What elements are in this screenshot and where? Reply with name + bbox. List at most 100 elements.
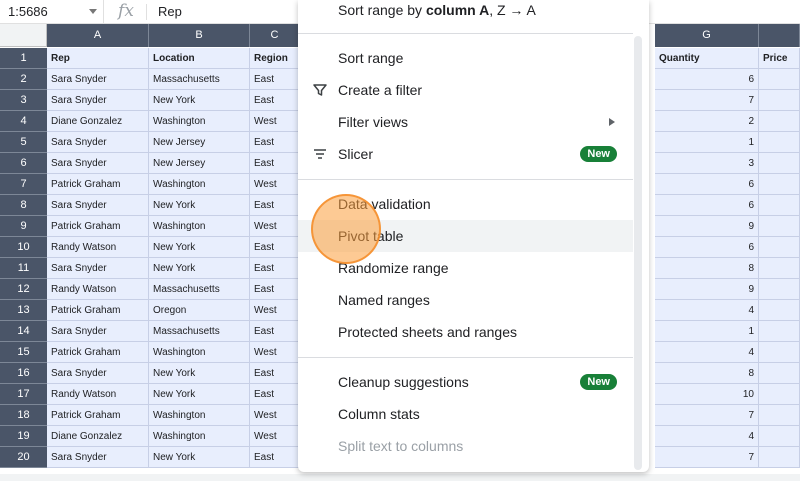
cell-price[interactable] bbox=[759, 90, 800, 111]
cell-region[interactable]: East bbox=[250, 69, 300, 90]
cell-price[interactable] bbox=[759, 447, 800, 468]
cell-rep[interactable]: Patrick Graham bbox=[47, 216, 149, 237]
formula-input[interactable]: Rep bbox=[158, 0, 182, 24]
cell-price[interactable] bbox=[759, 237, 800, 258]
cell-quantity[interactable]: 7 bbox=[655, 447, 759, 468]
cell-rep[interactable]: Sara Snyder bbox=[47, 447, 149, 468]
cell-quantity[interactable]: 4 bbox=[655, 342, 759, 363]
column-header-h[interactable] bbox=[759, 24, 800, 47]
cell-location[interactable]: Washington bbox=[149, 405, 250, 426]
cell-rep[interactable]: Sara Snyder bbox=[47, 90, 149, 111]
cell-quantity[interactable]: 4 bbox=[655, 300, 759, 321]
cell-location[interactable]: New York bbox=[149, 90, 250, 111]
cell-price[interactable] bbox=[759, 279, 800, 300]
cell-location[interactable]: New Jersey bbox=[149, 153, 250, 174]
row-header[interactable]: 6 bbox=[0, 153, 47, 174]
cell-rep[interactable]: Patrick Graham bbox=[47, 174, 149, 195]
row-header[interactable]: 11 bbox=[0, 258, 47, 279]
cell-rep[interactable]: Sara Snyder bbox=[47, 321, 149, 342]
header-cell-price[interactable]: Price bbox=[759, 48, 800, 69]
cell-region[interactable]: East bbox=[250, 384, 300, 405]
row-header[interactable]: 15 bbox=[0, 342, 47, 363]
cell-region[interactable]: West bbox=[250, 405, 300, 426]
row-header[interactable]: 9 bbox=[0, 216, 47, 237]
cell-quantity[interactable]: 10 bbox=[655, 384, 759, 405]
menu-item-column-stats[interactable]: Column stats bbox=[298, 398, 633, 430]
row-header[interactable]: 3 bbox=[0, 90, 47, 111]
cell-price[interactable] bbox=[759, 69, 800, 90]
menu-item-protected-ranges[interactable]: Protected sheets and ranges bbox=[298, 316, 633, 348]
row-header[interactable]: 10 bbox=[0, 237, 47, 258]
cell-region[interactable]: West bbox=[250, 426, 300, 447]
cell-region[interactable]: East bbox=[250, 153, 300, 174]
row-header[interactable]: 17 bbox=[0, 384, 47, 405]
cell-region[interactable]: West bbox=[250, 300, 300, 321]
row-header[interactable]: 2 bbox=[0, 69, 47, 90]
cell-rep[interactable]: Randy Watson bbox=[47, 279, 149, 300]
row-header[interactable]: 12 bbox=[0, 279, 47, 300]
cell-price[interactable] bbox=[759, 426, 800, 447]
menu-item-cleanup-suggestions[interactable]: Cleanup suggestions New bbox=[298, 366, 633, 398]
menu-item-sort-range[interactable]: Sort range bbox=[298, 42, 633, 74]
row-header[interactable]: 4 bbox=[0, 111, 47, 132]
cell-quantity[interactable]: 8 bbox=[655, 363, 759, 384]
menu-scrollbar[interactable] bbox=[634, 36, 642, 470]
cell-quantity[interactable]: 1 bbox=[655, 321, 759, 342]
cell-rep[interactable]: Randy Watson bbox=[47, 237, 149, 258]
cell-region[interactable]: East bbox=[250, 195, 300, 216]
cell-location[interactable]: Washington bbox=[149, 111, 250, 132]
cell-price[interactable] bbox=[759, 132, 800, 153]
cell-region[interactable]: West bbox=[250, 111, 300, 132]
cell-rep[interactable]: Sara Snyder bbox=[47, 195, 149, 216]
cell-quantity[interactable]: 6 bbox=[655, 69, 759, 90]
cell-price[interactable] bbox=[759, 258, 800, 279]
cell-region[interactable]: East bbox=[250, 132, 300, 153]
cell-quantity[interactable]: 6 bbox=[655, 237, 759, 258]
cell-region[interactable]: East bbox=[250, 279, 300, 300]
cell-location[interactable]: New York bbox=[149, 258, 250, 279]
column-header-c[interactable]: C bbox=[250, 24, 300, 47]
cell-price[interactable] bbox=[759, 174, 800, 195]
cell-price[interactable] bbox=[759, 363, 800, 384]
row-header[interactable]: 5 bbox=[0, 132, 47, 153]
cell-price[interactable] bbox=[759, 111, 800, 132]
cell-location[interactable]: Washington bbox=[149, 426, 250, 447]
cell-region[interactable]: West bbox=[250, 174, 300, 195]
cell-rep[interactable]: Sara Snyder bbox=[47, 69, 149, 90]
cell-rep[interactable]: Randy Watson bbox=[47, 384, 149, 405]
column-header-g[interactable]: G bbox=[655, 24, 759, 47]
cell-price[interactable] bbox=[759, 195, 800, 216]
cell-quantity[interactable]: 9 bbox=[655, 279, 759, 300]
cell-region[interactable]: West bbox=[250, 342, 300, 363]
column-header-a[interactable]: A bbox=[47, 24, 149, 47]
name-box[interactable]: 1:5686 bbox=[0, 0, 104, 24]
cell-rep[interactable]: Patrick Graham bbox=[47, 342, 149, 363]
cell-rep[interactable]: Diane Gonzalez bbox=[47, 426, 149, 447]
cell-quantity[interactable]: 2 bbox=[655, 111, 759, 132]
header-cell-location[interactable]: Location bbox=[149, 48, 250, 69]
cell-price[interactable] bbox=[759, 405, 800, 426]
row-header[interactable]: 20 bbox=[0, 447, 47, 468]
row-header[interactable]: 7 bbox=[0, 174, 47, 195]
cell-quantity[interactable]: 8 bbox=[655, 258, 759, 279]
cell-rep[interactable]: Diane Gonzalez bbox=[47, 111, 149, 132]
cell-price[interactable] bbox=[759, 153, 800, 174]
cell-location[interactable]: Massachusetts bbox=[149, 279, 250, 300]
cell-region[interactable]: East bbox=[250, 258, 300, 279]
cell-region[interactable]: East bbox=[250, 321, 300, 342]
row-header[interactable]: 19 bbox=[0, 426, 47, 447]
cell-region[interactable]: East bbox=[250, 237, 300, 258]
cell-quantity[interactable]: 3 bbox=[655, 153, 759, 174]
cell-location[interactable]: Washington bbox=[149, 174, 250, 195]
row-header[interactable]: 18 bbox=[0, 405, 47, 426]
cell-location[interactable]: New York bbox=[149, 384, 250, 405]
cell-price[interactable] bbox=[759, 321, 800, 342]
cell-location[interactable]: New Jersey bbox=[149, 132, 250, 153]
header-cell-region[interactable]: Region bbox=[250, 48, 300, 69]
select-all-corner[interactable] bbox=[0, 24, 47, 47]
cell-price[interactable] bbox=[759, 216, 800, 237]
cell-price[interactable] bbox=[759, 342, 800, 363]
menu-item-named-ranges[interactable]: Named ranges bbox=[298, 284, 633, 316]
cell-location[interactable]: New York bbox=[149, 363, 250, 384]
cell-location[interactable]: New York bbox=[149, 237, 250, 258]
